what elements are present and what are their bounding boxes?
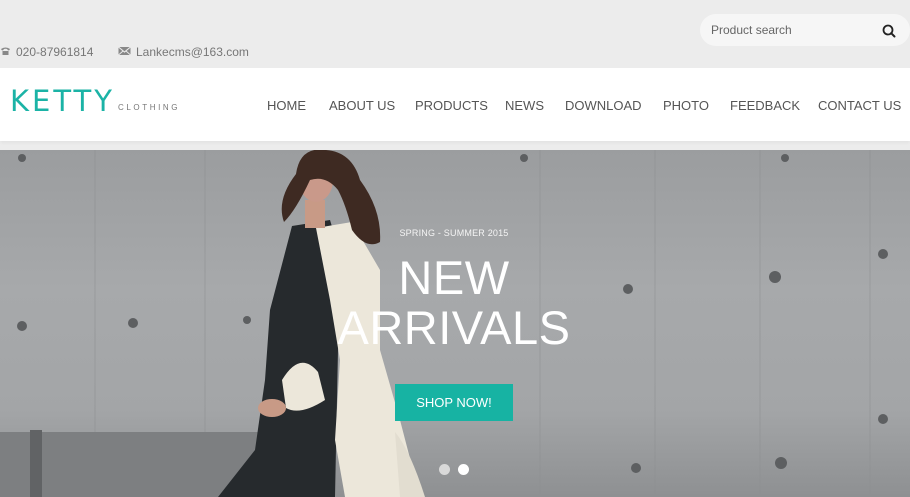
phone-number: 020-87961814 bbox=[16, 45, 94, 59]
slider-dot-2[interactable] bbox=[458, 464, 469, 475]
nav-item-contact-us[interactable]: CONTACT US bbox=[818, 98, 901, 113]
nav-item-home[interactable]: HOME bbox=[267, 98, 306, 113]
logo-wordmark: KETTY bbox=[10, 84, 115, 118]
site-header: KETTY CLOTHING HOME ABOUT US PRODUCTS NE… bbox=[0, 68, 910, 141]
contact-email: Lankecms@163.com bbox=[118, 45, 249, 59]
mail-icon bbox=[118, 45, 131, 59]
nav-item-products[interactable]: PRODUCTS bbox=[415, 98, 488, 113]
email-address: Lankecms@163.com bbox=[136, 45, 249, 59]
product-search-input[interactable] bbox=[711, 20, 871, 40]
hero-headline-line1: NEW bbox=[398, 251, 510, 304]
nav-item-feedback[interactable]: FEEDBACK bbox=[730, 98, 800, 113]
nav-item-photo[interactable]: PHOTO bbox=[663, 98, 709, 113]
hero-slider: SPRING - SUMMER 2015 NEW ARRIVALS SHOP N… bbox=[0, 150, 910, 497]
hero-headline-line2: ARRIVALS bbox=[337, 301, 571, 354]
slider-dot-1[interactable] bbox=[439, 464, 450, 475]
search-icon[interactable] bbox=[880, 22, 898, 40]
shop-now-button[interactable]: SHOP NOW! bbox=[395, 384, 513, 421]
logo-tagline: CLOTHING bbox=[117, 103, 181, 112]
top-bar: 020-87961814 Lankecms@163.com bbox=[0, 0, 910, 68]
nav-item-about-us[interactable]: ABOUT US bbox=[329, 98, 395, 113]
contact-phone: 020-87961814 bbox=[0, 45, 93, 59]
nav-item-download[interactable]: DOWNLOAD bbox=[565, 98, 642, 113]
hero-headline: NEW ARRIVALS bbox=[320, 253, 588, 353]
site-logo[interactable]: KETTY CLOTHING bbox=[10, 85, 180, 117]
nav-item-news[interactable]: NEWS bbox=[505, 98, 544, 113]
product-search-box bbox=[700, 14, 910, 46]
hero-season-label: SPRING - SUMMER 2015 bbox=[399, 228, 509, 238]
phone-icon bbox=[0, 45, 11, 59]
